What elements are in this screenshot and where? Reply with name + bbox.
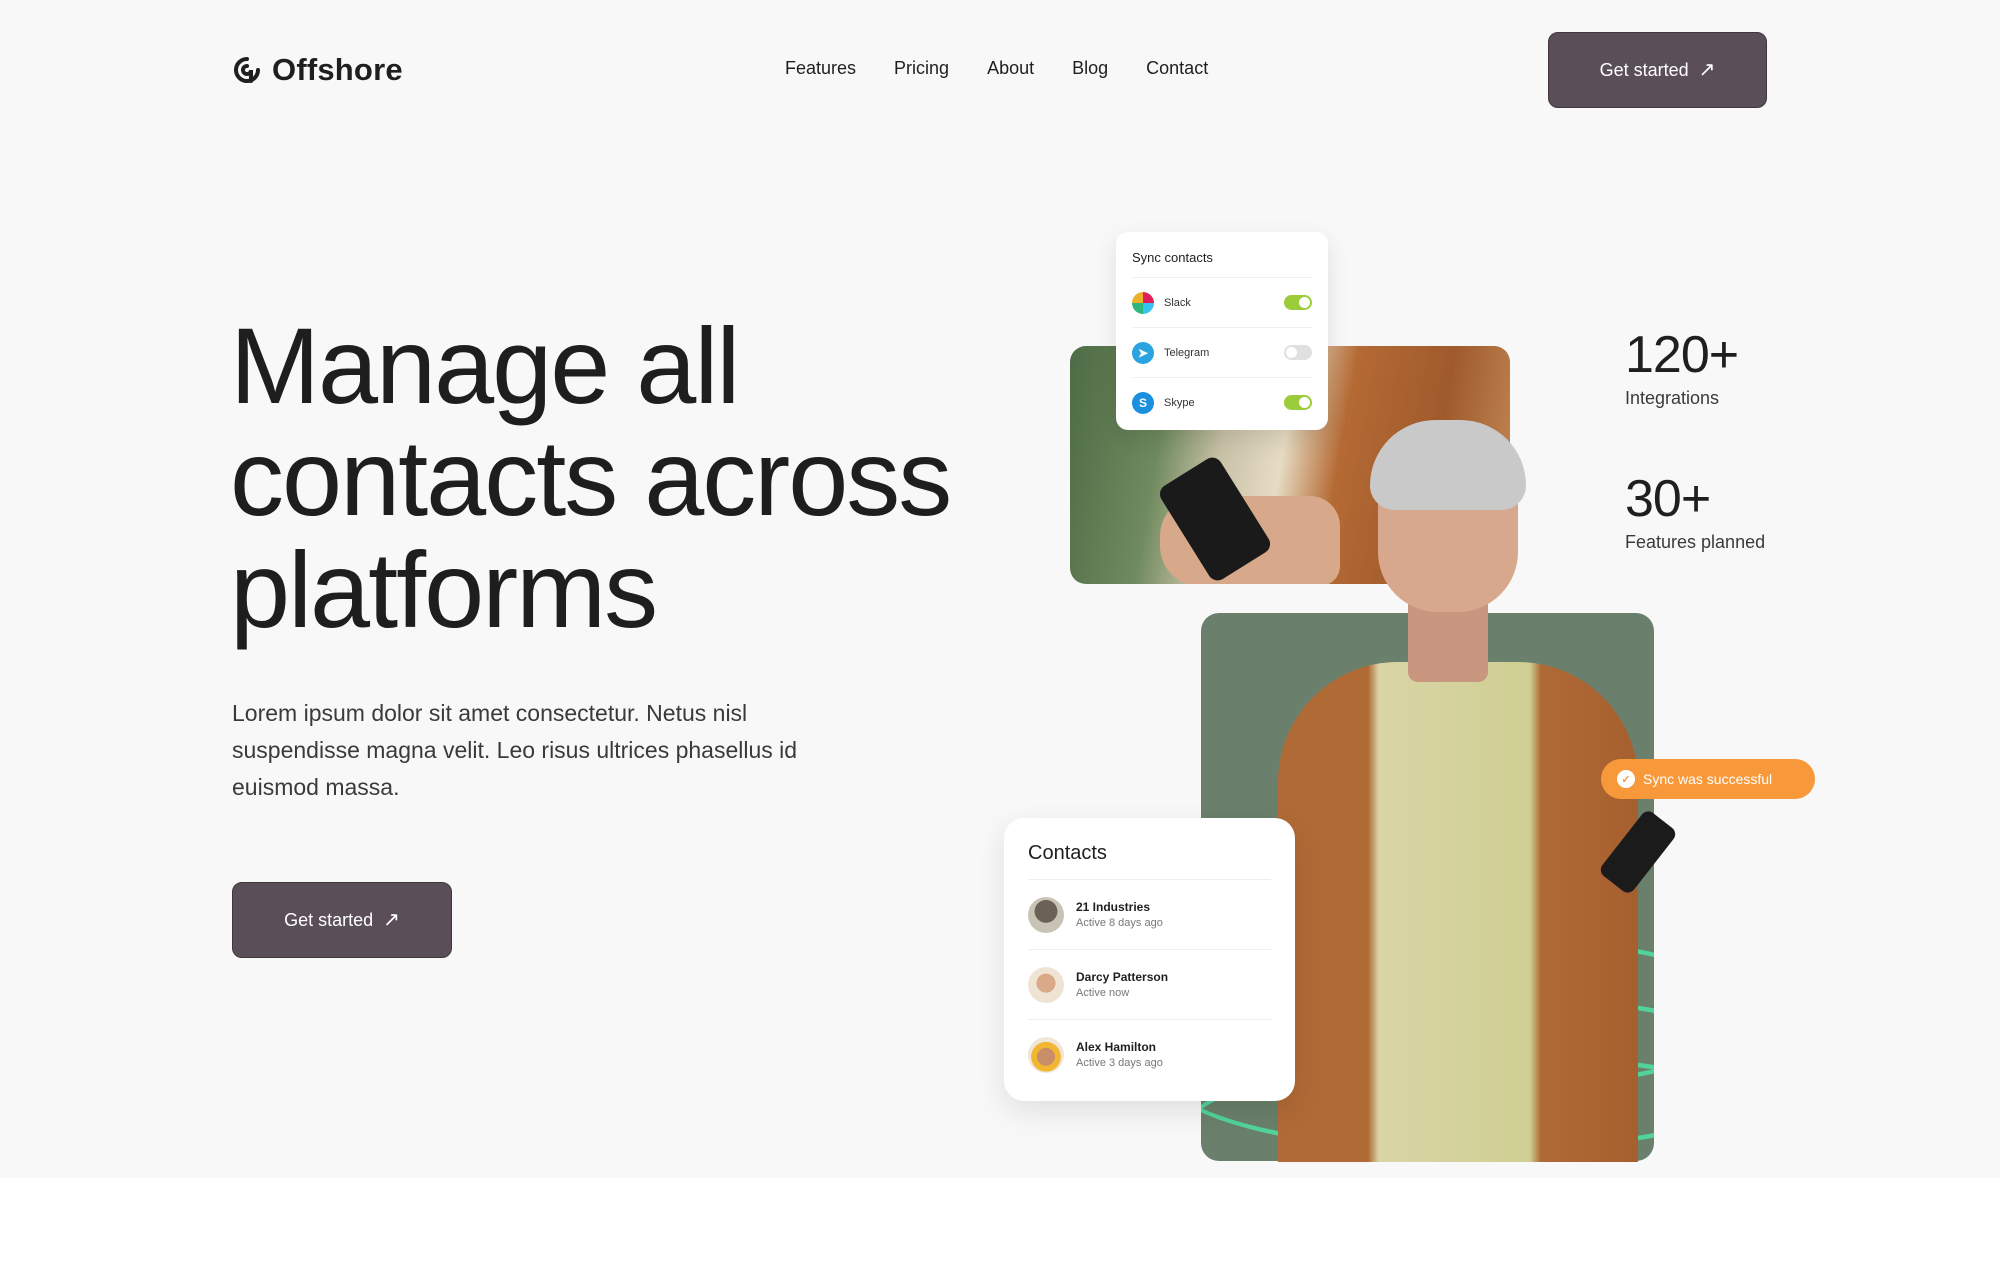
hero-subtitle: Lorem ipsum dolor sit amet consectetur. … [232, 700, 798, 800]
sync-app-name: Slack [1164, 296, 1191, 309]
contacts-card: Contacts 21 Industries Active 8 days ago… [1004, 818, 1295, 1101]
contact-row[interactable]: Darcy Patterson Active now [1028, 949, 1271, 1019]
main-nav: Features Pricing About Blog Contact [785, 58, 1208, 79]
contact-name: Alex Hamilton [1076, 1040, 1157, 1054]
avatar [1028, 1036, 1064, 1073]
contact-name: 21 Industries [1076, 900, 1151, 914]
hero-title-line: platforms [230, 529, 658, 650]
sync-app-name: Telegram [1164, 346, 1210, 359]
stat-value: 30+ [1625, 470, 1711, 528]
hero-title: Manage all contacts across platforms [230, 310, 1030, 646]
stat-label: Features planned [1625, 532, 1766, 552]
bottom-band [0, 1178, 2000, 1272]
landing-page: Offshore Features Pricing About Blog Con… [0, 0, 2000, 1272]
sync-success-badge: ✓ Sync was successful [1601, 759, 1815, 799]
header-get-started-button[interactable]: Get started ↗ [1548, 32, 1767, 108]
avatar [1028, 896, 1064, 933]
contact-status: Active 3 days ago [1076, 1057, 1163, 1069]
arrow-up-right-icon: ↗ [383, 909, 400, 931]
contact-status: Active 8 days ago [1076, 917, 1163, 929]
sync-card-title: Sync contacts [1132, 250, 1213, 265]
arrow-up-right-icon: ↗ [1698, 59, 1716, 81]
sync-row-skype: S Skype [1132, 377, 1312, 427]
person-body [1278, 662, 1638, 1162]
contact-name: Darcy Patterson [1076, 970, 1169, 984]
sync-contacts-card: Sync contacts Slack ➤ Telegram S Skype [1116, 232, 1328, 430]
sync-row-telegram: ➤ Telegram [1132, 327, 1312, 377]
telegram-toggle[interactable] [1284, 345, 1312, 360]
hero-cta-label: Get started [284, 909, 374, 930]
check-icon: ✓ [1617, 770, 1635, 788]
contact-row[interactable]: Alex Hamilton Active 3 days ago [1028, 1019, 1271, 1089]
sync-success-label: Sync was successful [1643, 771, 1773, 787]
telegram-icon: ➤ [1132, 341, 1154, 364]
slack-icon [1132, 291, 1154, 314]
skype-icon: S [1132, 391, 1154, 414]
avatar [1028, 966, 1064, 1003]
hero-get-started-button[interactable]: Get started ↗ [232, 882, 452, 958]
slack-toggle[interactable] [1284, 295, 1312, 310]
person-hair [1370, 420, 1526, 510]
hero-title-line: contacts across [230, 417, 952, 538]
nav-blog[interactable]: Blog [1072, 58, 1108, 79]
nav-pricing[interactable]: Pricing [894, 58, 949, 79]
nav-features[interactable]: Features [785, 58, 856, 79]
contact-row[interactable]: 21 Industries Active 8 days ago [1028, 879, 1271, 949]
stat-label: Integrations [1625, 388, 1720, 408]
stat-value: 120+ [1625, 326, 1739, 384]
header-cta-label: Get started [1599, 59, 1689, 80]
nav-about[interactable]: About [987, 58, 1034, 79]
hero-title-line: Manage all [230, 305, 740, 426]
sync-row-slack: Slack [1132, 277, 1312, 327]
stat-features-planned: 30+ Features planned [1625, 470, 1765, 553]
nav-contact[interactable]: Contact [1146, 58, 1208, 79]
contact-status: Active now [1076, 987, 1130, 999]
sync-app-name: Skype [1164, 396, 1195, 409]
logo[interactable]: Offshore [232, 52, 403, 88]
contacts-card-title: Contacts [1028, 842, 1107, 864]
logo-text: Offshore [272, 52, 403, 87]
stat-integrations: 120+ Integrations [1625, 326, 1739, 409]
logo-icon [234, 57, 260, 83]
skype-toggle[interactable] [1284, 395, 1312, 410]
